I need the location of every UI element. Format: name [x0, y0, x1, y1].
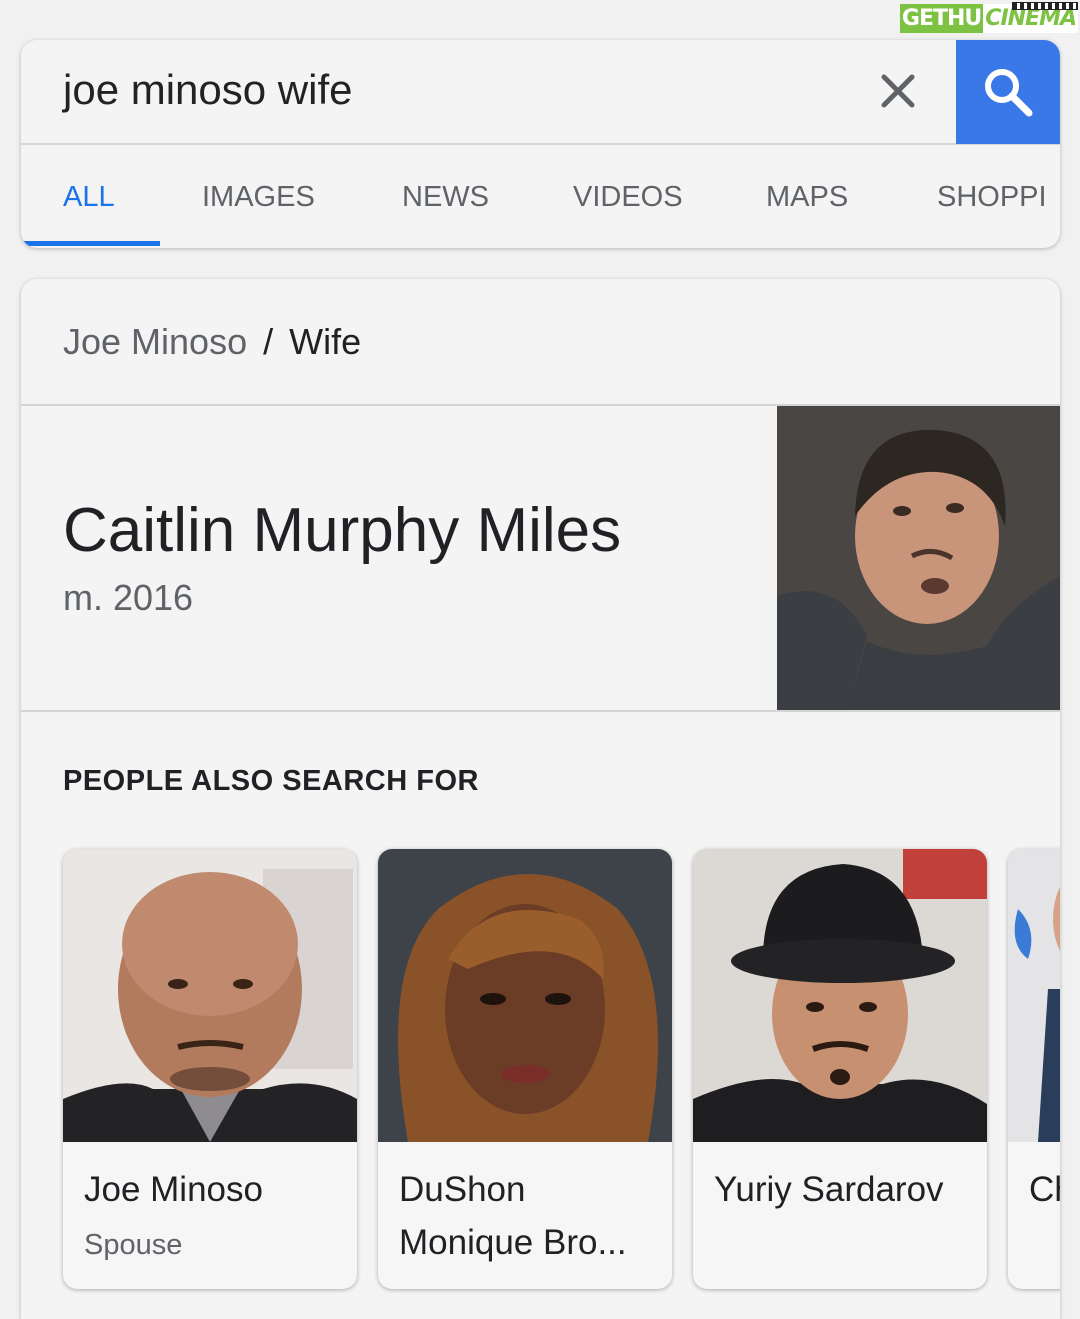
breadcrumb: Joe Minoso / Wife	[63, 321, 361, 363]
tab-all[interactable]: ALL	[63, 181, 115, 214]
tab-shopping[interactable]: SHOPPI	[937, 181, 1047, 214]
person-card[interactable]: Yuriy Sardarov	[693, 849, 987, 1289]
tab-images[interactable]: IMAGES	[202, 181, 315, 214]
search-icon	[985, 69, 1033, 117]
search-bar: joe minoso wife	[21, 40, 1060, 145]
person-role: Spouse	[84, 1229, 183, 1261]
search-button[interactable]	[956, 40, 1060, 144]
divider	[21, 710, 1060, 712]
search-input[interactable]: joe minoso wife	[63, 66, 352, 114]
answer-title[interactable]: Caitlin Murphy Miles	[63, 495, 621, 566]
person-photo	[1008, 849, 1060, 1142]
answer-photo[interactable]	[777, 406, 1060, 710]
breadcrumb-separator: /	[263, 321, 274, 362]
tab-videos[interactable]: VIDEOS	[573, 181, 683, 214]
person-name: DuShon Monique Bro...	[399, 1170, 627, 1262]
tab-news[interactable]: NEWS	[402, 181, 489, 214]
person-name: Joe Minoso	[84, 1170, 263, 1209]
person-name: Chr	[1029, 1170, 1060, 1209]
person-name: Yuriy Sardarov	[714, 1170, 944, 1209]
search-tabs: ALL IMAGES NEWS VIDEOS MAPS SHOPPI	[21, 145, 1060, 248]
breadcrumb-parent-link[interactable]: Joe Minoso	[63, 321, 247, 362]
close-icon	[881, 74, 915, 108]
section-title: PEOPLE ALSO SEARCH FOR	[63, 765, 479, 797]
person-card[interactable]: Joe Minoso Spouse	[63, 849, 357, 1289]
answer-detail: m. 2016	[63, 577, 194, 618]
clear-button[interactable]	[871, 64, 925, 118]
knowledge-card: Joe Minoso / Wife Caitlin Murphy Miles m. …	[21, 279, 1060, 1319]
search-card: joe minoso wife ALL IMAGES NEWS VIDEOS M…	[21, 40, 1060, 248]
watermark-text-1: GETHU	[899, 4, 984, 33]
person-card[interactable]: DuShon Monique Bro...	[378, 849, 672, 1289]
film-strip-icon	[1012, 2, 1078, 10]
person-card[interactable]: Chr	[1008, 849, 1060, 1289]
tab-maps[interactable]: MAPS	[766, 181, 848, 214]
person-photo	[693, 849, 987, 1142]
person-photo	[378, 849, 672, 1142]
breadcrumb-current: Wife	[289, 321, 362, 362]
active-tab-indicator	[21, 241, 160, 246]
watermark-logo: GETHU CINEMA	[899, 2, 1078, 33]
person-photo	[63, 849, 357, 1142]
